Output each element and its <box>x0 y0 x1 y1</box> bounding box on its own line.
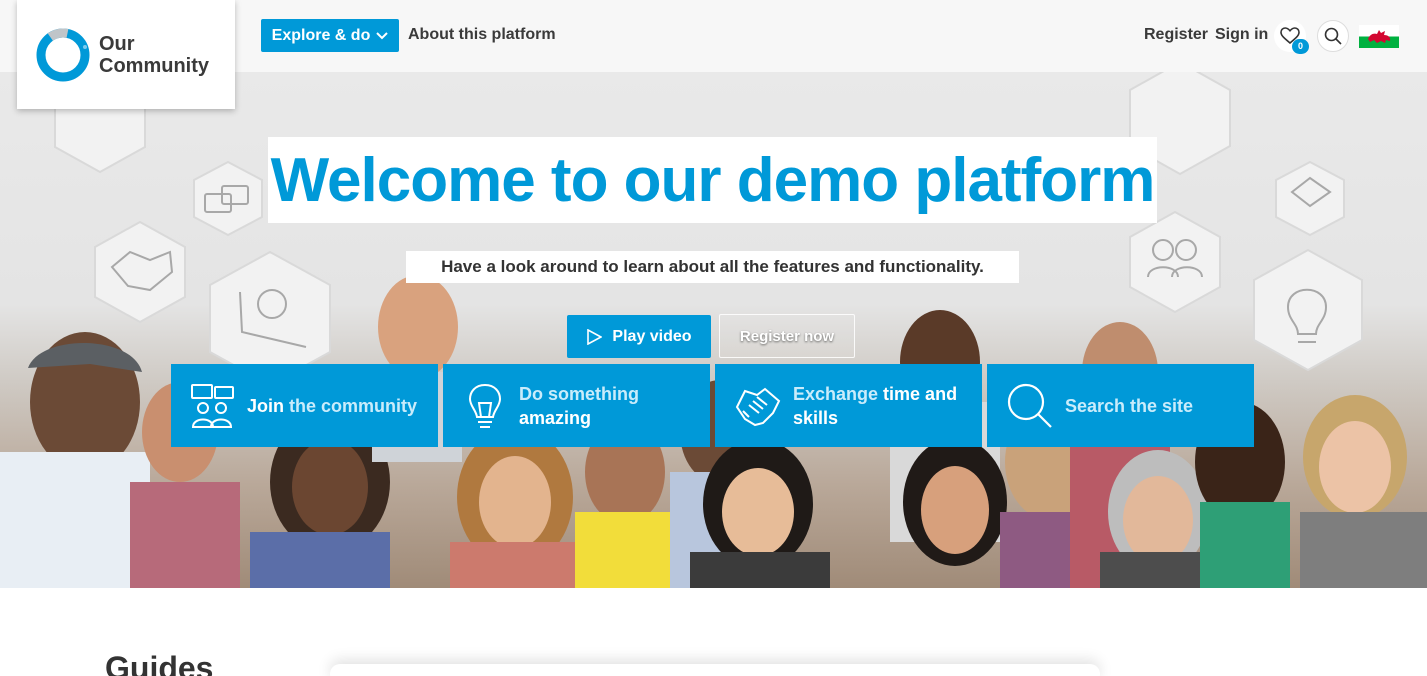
handshake-icon <box>735 387 781 426</box>
lightbulb-icon <box>468 383 502 428</box>
tile-join-community-label: Join the community <box>247 394 417 418</box>
sign-in-link[interactable]: Sign in <box>1215 26 1268 44</box>
register-now-button[interactable]: Register now <box>719 314 855 358</box>
tile-do-something-label: Do something amazing <box>519 382 710 430</box>
search-icon <box>1324 27 1342 45</box>
explore-label: Explore & do <box>271 26 371 44</box>
tile-3-part1: Exchange <box>793 383 884 404</box>
tile-exchange-label: Exchange time and skills <box>793 382 982 430</box>
logo-ring-icon <box>36 28 90 81</box>
play-video-button[interactable]: Play video <box>567 315 711 358</box>
hero-title: Welcome to our demo platform <box>270 145 1156 215</box>
logo-line-1: Our <box>99 32 135 55</box>
about-platform-link[interactable]: About this platform <box>408 26 556 44</box>
play-icon <box>587 328 603 345</box>
tile-search-label: Search the site <box>1065 394 1193 418</box>
logo-text: Our Community <box>99 33 209 77</box>
guides-heading: Guides <box>105 650 214 676</box>
tile-2-part1: Do something <box>519 383 639 404</box>
search-icon <box>1007 383 1052 428</box>
explore-dropdown-button[interactable]: Explore & do <box>261 19 399 52</box>
logo-line-2: Community <box>99 54 209 77</box>
header-search-button[interactable] <box>1317 20 1349 52</box>
hero-subtitle: Have a look around to learn about all th… <box>441 257 984 276</box>
site-logo[interactable]: Our Community <box>17 0 235 109</box>
chevron-down-icon <box>376 31 389 39</box>
favourites-count-badge: 0 <box>1292 39 1309 54</box>
welsh-flag-icon[interactable] <box>1359 25 1399 48</box>
tile-exchange-time-skills[interactable]: Exchange time and skills <box>715 364 982 447</box>
content-card-edge <box>330 664 1100 676</box>
tile-join-community[interactable]: Join the community <box>171 364 438 447</box>
tile-1-part1: Join <box>247 395 285 416</box>
hero-title-box: Welcome to our demo platform <box>268 137 1157 223</box>
tile-2-part2: amazing <box>519 407 592 428</box>
tile-1-part2: the community <box>284 395 418 416</box>
register-link[interactable]: Register <box>1144 26 1208 44</box>
hero-subtitle-box: Have a look around to learn about all th… <box>406 251 1019 283</box>
community-icon <box>191 383 234 428</box>
play-video-label: Play video <box>612 327 692 345</box>
hero-banner: Welcome to our demo platform Have a look… <box>0 72 1427 588</box>
tile-do-something-amazing[interactable]: Do something amazing <box>443 364 710 447</box>
tile-4-part1: Search the site <box>1065 395 1194 416</box>
tile-search-site[interactable]: Search the site <box>987 364 1254 447</box>
